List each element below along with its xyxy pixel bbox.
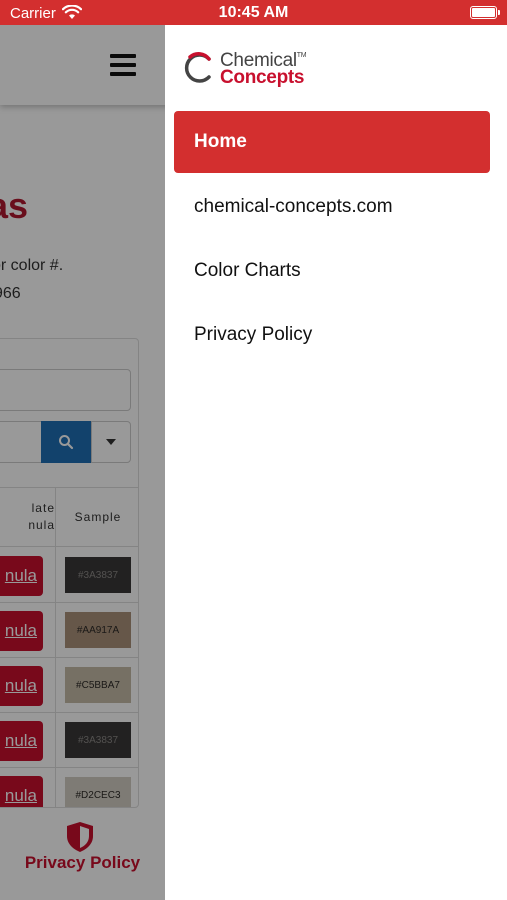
menu-item-home[interactable]: Home bbox=[174, 111, 490, 173]
drawer-menu: Home chemical-concepts.com Color Charts Pri… bbox=[165, 111, 507, 367]
menu-item-website[interactable]: chemical-concepts.com bbox=[174, 175, 490, 239]
battery-icon bbox=[470, 6, 500, 19]
chemical-concepts-logo: ChemicalTM Concepts bbox=[182, 49, 322, 89]
menu-item-color-charts[interactable]: Color Charts bbox=[174, 239, 490, 303]
status-time: 10:45 AM bbox=[218, 4, 289, 21]
status-bar: Carrier 10:45 AM bbox=[0, 0, 507, 25]
navigation-drawer: ChemicalTM Concepts Home chemical-concept… bbox=[165, 25, 507, 900]
logo-ring-icon bbox=[184, 52, 211, 83]
menu-item-privacy-policy[interactable]: Privacy Policy bbox=[174, 303, 490, 367]
